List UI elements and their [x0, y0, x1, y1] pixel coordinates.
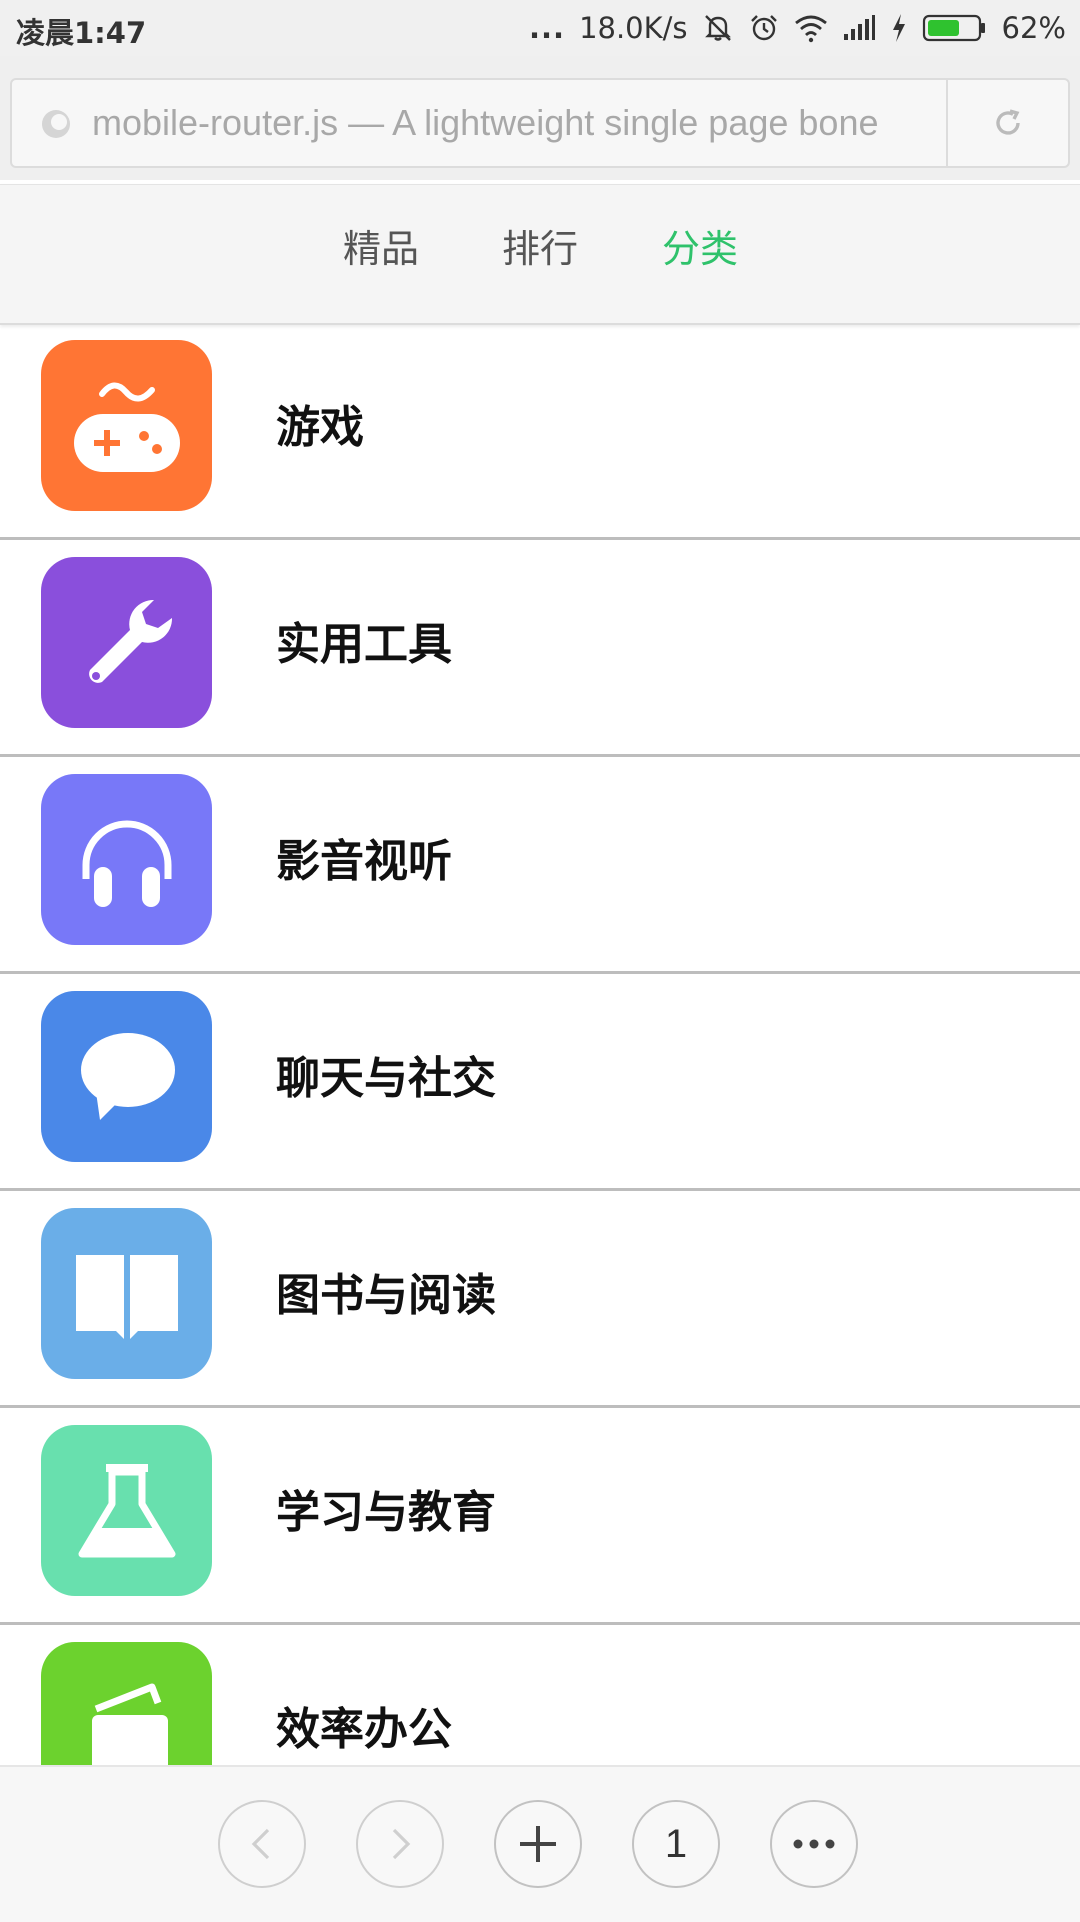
network-speed: 18.0K/s [579, 11, 688, 45]
list-item-social[interactable]: 聊天与社交 [0, 974, 1080, 1191]
tab-count: 1 [664, 1821, 688, 1866]
category-list: 游戏 实用工具 影音视听 聊天与社交 图书与阅读 学习与教育 效率办公 [0, 323, 1080, 1765]
list-item-education[interactable]: 学习与教育 [0, 1408, 1080, 1625]
forward-button[interactable] [356, 1800, 444, 1888]
new-tab-icon [520, 1826, 556, 1862]
category-label: 实用工具 [276, 619, 452, 670]
status-more-dots: ... [529, 11, 566, 45]
address-bar[interactable]: mobile-router.js — A lightweight single … [10, 78, 1070, 168]
status-bar: 凌晨1:47 ... 18.0K/s 62% [0, 0, 1080, 56]
gamepad-icon [41, 340, 212, 511]
battery-percent: 62% [1001, 11, 1066, 45]
url-text[interactable]: mobile-router.js — A lightweight single … [92, 80, 932, 166]
reload-icon [996, 109, 1020, 135]
tab-featured[interactable]: 精品 [343, 185, 419, 323]
silent-icon [704, 15, 731, 41]
tab-categories[interactable]: 分类 [662, 185, 738, 323]
more-icon [793, 1839, 835, 1849]
wifi-icon [794, 15, 827, 43]
alarm-icon [750, 15, 777, 41]
list-item-books[interactable]: 图书与阅读 [0, 1191, 1080, 1408]
category-label: 聊天与社交 [276, 1053, 496, 1104]
back-button[interactable] [218, 1800, 306, 1888]
category-tabs: 精品 排行 分类 [0, 184, 1080, 325]
browser-toolbar: mobile-router.js — A lightweight single … [0, 56, 1080, 180]
category-label: 图书与阅读 [276, 1270, 496, 1321]
chat-bubble-icon [41, 991, 212, 1162]
new-tab-button[interactable] [494, 1800, 582, 1888]
signal-icon [843, 15, 875, 40]
category-label: 游戏 [276, 402, 364, 453]
list-item-media[interactable]: 影音视听 [0, 757, 1080, 974]
battery-icon [922, 14, 985, 42]
category-label: 学习与教育 [276, 1487, 496, 1538]
headphones-icon [41, 774, 212, 945]
flask-icon [41, 1425, 212, 1596]
site-icon [42, 110, 70, 138]
wrench-icon [41, 557, 212, 728]
list-item-office[interactable]: 效率办公 [0, 1625, 1080, 1765]
category-label: 效率办公 [276, 1704, 452, 1755]
reload-button[interactable] [948, 80, 1068, 166]
more-button[interactable] [770, 1800, 858, 1888]
list-item-tools[interactable]: 实用工具 [0, 540, 1080, 757]
list-item-games[interactable]: 游戏 [0, 323, 1080, 540]
book-icon [41, 1208, 212, 1379]
notebook-icon [41, 1642, 212, 1765]
bottom-toolbar: 1 [0, 1765, 1080, 1922]
status-time: 凌晨1:47 [16, 16, 147, 50]
charging-icon [892, 14, 905, 42]
back-icon [251, 1828, 270, 1860]
forward-icon [392, 1828, 411, 1860]
tab-ranking[interactable]: 排行 [502, 185, 578, 323]
status-icons: ... 18.0K/s 62% [529, 8, 1066, 48]
tabs-button[interactable]: 1 [632, 1800, 720, 1888]
category-label: 影音视听 [276, 836, 452, 887]
